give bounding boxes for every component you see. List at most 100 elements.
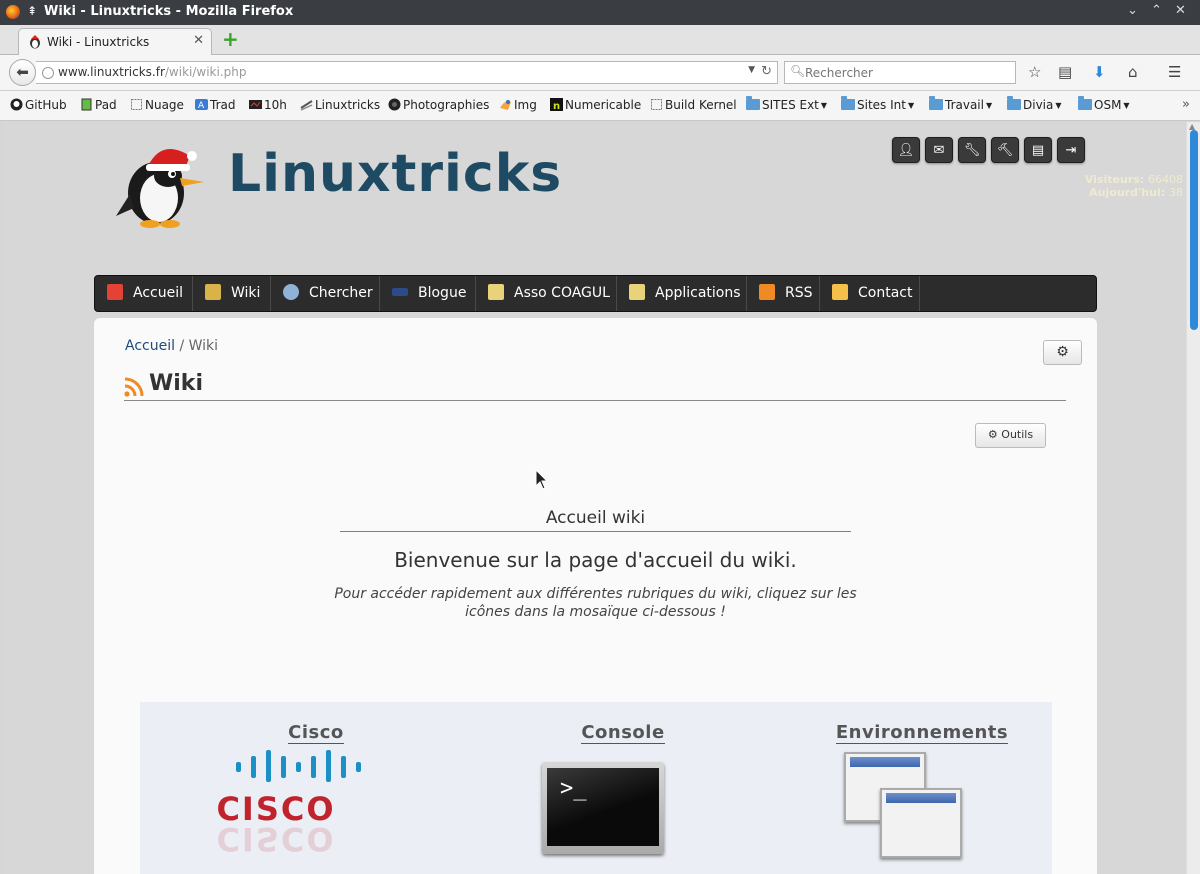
url-domain: www.linuxtricks.fr — [58, 65, 165, 79]
gear-icon: ⚙ — [987, 428, 998, 441]
bookmark-10h[interactable]: 10h — [249, 98, 287, 112]
page-title: Wiki — [149, 371, 203, 396]
bookmark-github[interactable]: GitHub — [10, 98, 67, 112]
scrollbar-thumb[interactable] — [1190, 130, 1198, 330]
menu-item-blogue[interactable]: Blogue — [380, 276, 476, 311]
site-name[interactable]: Linuxtricks — [228, 144, 562, 204]
svg-text:n: n — [553, 101, 560, 111]
page-icon — [651, 99, 662, 110]
home-icon[interactable]: ⌂ — [1128, 63, 1138, 81]
bookmark-numericable[interactable]: n Numericable — [550, 98, 641, 112]
breadcrumb-home-link[interactable]: Accueil — [125, 338, 175, 354]
bookmark-trad[interactable]: A Trad — [195, 98, 235, 112]
globe-icon — [42, 67, 54, 79]
pin-icon[interactable]: ⇞ — [27, 4, 37, 18]
bookmark-folder-sites-int[interactable]: Sites Int ▼ — [841, 96, 914, 112]
tile-title[interactable]: Environnements — [835, 722, 1009, 744]
translate-icon: A — [195, 99, 208, 111]
bookmark-nuage[interactable]: Nuage — [130, 98, 184, 112]
bookmark-label: Trad — [210, 98, 236, 112]
menu-item-contact[interactable]: Contact — [820, 276, 920, 311]
url-bar[interactable]: www.linuxtricks.fr/wiki/wiki.php ▼ ↻ — [36, 61, 778, 84]
search-input[interactable] — [805, 64, 1005, 81]
menu-item-chercher[interactable]: Chercher — [271, 276, 380, 311]
mosaic-tile-cisco[interactable]: Cisco CISCO CISCO — [186, 702, 446, 874]
url-text[interactable]: www.linuxtricks.fr/wiki/wiki.php — [58, 65, 247, 79]
tab-wiki[interactable]: Wiki - Linuxtricks ✕ — [18, 28, 212, 56]
magnifier-icon — [283, 284, 299, 300]
bookmark-photographies[interactable]: Photographies — [388, 98, 489, 112]
minimize-button[interactable]: ⌄ — [1127, 3, 1138, 18]
bookmark-label: Linuxtricks — [315, 98, 381, 112]
clock-icon — [249, 100, 262, 109]
reading-list-icon[interactable]: ▤ — [1058, 63, 1072, 81]
bookmarks-bar: GitHub Pad Nuage A Trad 10h Linuxtricks P… — [0, 91, 1200, 121]
window-title: Wiki - Linuxtricks - Mozilla Firefox — [44, 4, 294, 19]
svg-text:A: A — [198, 101, 205, 111]
mosaic-tile-environnements[interactable]: Environnements — [792, 702, 1052, 874]
page-scrollbar[interactable]: ▲ — [1186, 122, 1200, 874]
menu-item-rss[interactable]: RSS — [747, 276, 820, 311]
gear-icon: ⚙ — [1056, 344, 1069, 360]
rss-icon — [759, 284, 775, 300]
folder-icon — [1078, 96, 1092, 110]
visitors-label: Visiteurs: — [1084, 173, 1145, 186]
tile-title[interactable]: Console — [581, 722, 665, 744]
bookmark-label: Build Kernel — [665, 98, 737, 112]
menu-label: Wiki — [231, 285, 261, 301]
menu-item-accueil[interactable]: Accueil — [95, 276, 193, 311]
chevron-down-icon: ▼ — [1123, 101, 1130, 110]
bookmark-img[interactable]: Img — [499, 98, 537, 112]
penguin-logo-icon[interactable] — [112, 136, 207, 228]
menu-label: Accueil — [133, 285, 183, 301]
settings-button[interactable]: ⚙ — [1043, 340, 1082, 365]
close-window-button[interactable]: ✕ — [1175, 3, 1186, 18]
new-tab-button[interactable]: + — [222, 29, 239, 49]
menu-item-asso-coagul[interactable]: Asso COAGUL — [476, 276, 617, 311]
bookmark-build-kernel[interactable]: Build Kernel — [650, 98, 737, 112]
menu-icon[interactable]: ☰ — [1168, 63, 1181, 81]
firefox-icon — [6, 5, 20, 19]
tools-button[interactable]: ⚙ Outils — [975, 423, 1046, 448]
tab-strip: Wiki - Linuxtricks ✕ + — [0, 25, 1200, 56]
bookmark-pad[interactable]: Pad — [80, 98, 117, 112]
menu-label: Contact — [858, 285, 913, 301]
bookmark-folder-osm[interactable]: OSM ▼ — [1078, 96, 1130, 112]
contact-card-icon — [832, 284, 848, 300]
bookmark-folder-travail[interactable]: Travail ▼ — [929, 96, 992, 112]
bookmark-star-icon[interactable]: ☆ — [1028, 63, 1041, 81]
bookmark-label: SITES Ext — [762, 98, 819, 112]
document-icon[interactable]: ▤ — [1024, 137, 1052, 163]
bookmark-label: Pad — [95, 98, 117, 112]
url-history-dropdown-icon[interactable]: ▼ — [748, 65, 755, 75]
rss-feed-icon[interactable] — [124, 377, 144, 397]
visitor-stats: Visiteurs: 66408 Aujourd'hui: 38 — [1085, 173, 1183, 199]
download-icon[interactable]: ⬇ — [1093, 63, 1106, 81]
bookmark-folder-sites-ext[interactable]: SITES Ext ▼ — [746, 96, 827, 112]
mosaic-tile-console[interactable]: Console >_ — [493, 702, 753, 874]
reload-icon[interactable]: ↻ — [761, 64, 772, 79]
tab-close-icon[interactable]: ✕ — [193, 33, 204, 48]
user-icon[interactable]: 👤︎ — [892, 137, 920, 163]
gavel-icon[interactable]: 🔨︎ — [991, 137, 1019, 163]
bookmark-folder-divia[interactable]: Divia ▼ — [1007, 96, 1062, 112]
search-box[interactable]: 🔍︎ — [784, 61, 1016, 84]
menu-label: RSS — [785, 285, 813, 301]
tile-title[interactable]: Cisco — [288, 722, 344, 744]
wrench-icon[interactable]: 🔧︎ — [958, 137, 986, 163]
mouse-cursor-icon — [535, 469, 549, 490]
cisco-reflection: CISCO — [216, 820, 336, 858]
image-icon — [500, 100, 511, 110]
bookmarks-overflow-icon[interactable]: » — [1182, 97, 1190, 112]
menu-label: Applications — [655, 285, 741, 301]
maximize-button[interactable]: ⌃ — [1151, 3, 1162, 18]
back-button[interactable]: ⬅ — [9, 59, 36, 86]
logout-icon[interactable]: ⇥ — [1057, 137, 1085, 163]
mail-icon[interactable]: ✉ — [925, 137, 953, 163]
menu-item-applications[interactable]: Applications — [617, 276, 747, 311]
menu-item-wiki[interactable]: Wiki — [193, 276, 271, 311]
home-icon — [107, 284, 123, 300]
wiki-mosaic: Cisco CISCO CISCO Console >_ Environneme… — [140, 702, 1052, 874]
today-label: Aujourd'hui: — [1089, 186, 1166, 199]
bookmark-linuxtricks[interactable]: Linuxtricks — [300, 98, 380, 112]
